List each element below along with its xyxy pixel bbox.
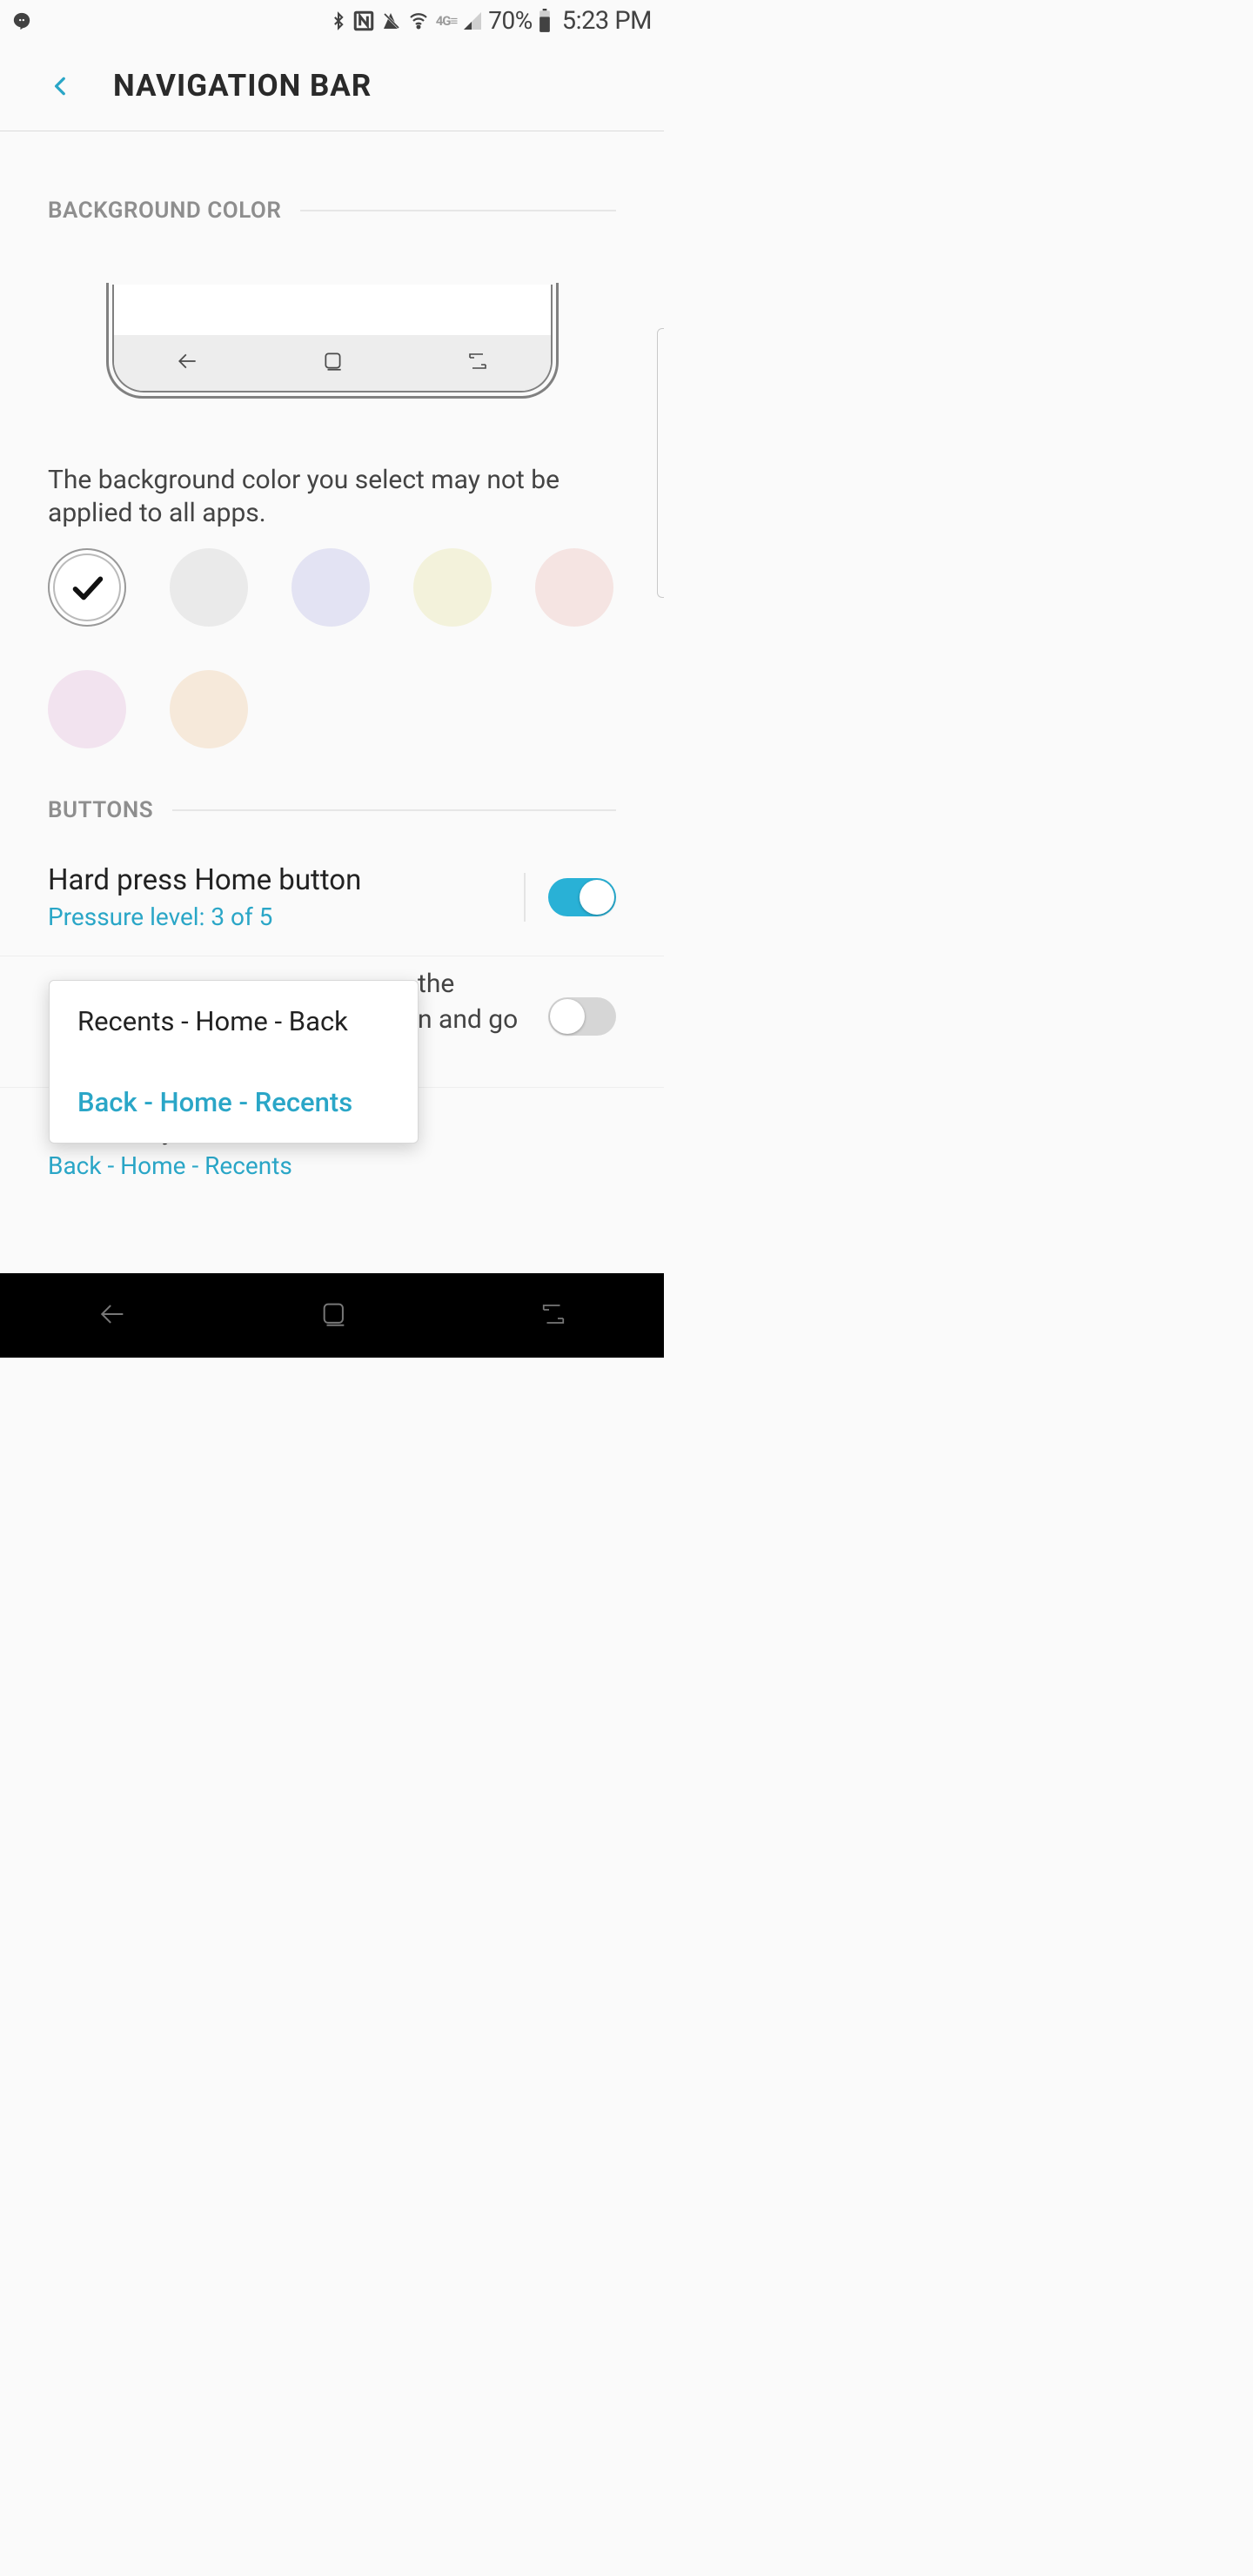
color-swatch-lilac[interactable]: [48, 670, 126, 748]
popup-option-recents-home-back[interactable]: Recents - Home - Back: [50, 981, 418, 1062]
section-label: BACKGROUND COLOR: [48, 198, 281, 224]
section-label: BUTTONS: [48, 797, 153, 823]
row-partial-text: the n and go: [418, 967, 518, 1037]
battery-icon: [538, 9, 552, 33]
row-subtitle: Pressure level: 3 of 5: [48, 902, 524, 931]
battery-text: 70%: [488, 6, 532, 35]
section-divider: [172, 809, 616, 811]
wifi-icon: [406, 10, 431, 31]
nfc-icon: [352, 10, 375, 32]
preview-back-icon: [173, 350, 203, 376]
toggle-separator: [524, 873, 526, 922]
network-4g-icon: 4G≡: [436, 13, 458, 29]
row-subtitle: Back - Home - Recents: [48, 1151, 616, 1180]
hard-press-toggle[interactable]: [548, 878, 616, 916]
color-swatch-pink[interactable]: [535, 548, 613, 627]
bg-color-description: The background color you select may not …: [0, 399, 664, 529]
unlock-home-toggle[interactable]: [548, 997, 616, 1036]
popup-option-back-home-recents[interactable]: Back - Home - Recents: [50, 1062, 418, 1143]
fast-scroll-handle[interactable]: [657, 328, 664, 598]
preview-home-icon: [322, 350, 345, 376]
preview-recents-icon: [465, 351, 491, 375]
back-button[interactable]: [44, 69, 78, 104]
device-navigation-bar: [0, 1273, 664, 1358]
bluetooth-icon: [330, 9, 347, 33]
row-title: Hard press Home button: [48, 863, 524, 897]
color-swatch-peach[interactable]: [170, 670, 248, 748]
hangouts-icon: [12, 11, 31, 30]
row-hard-press-home[interactable]: Hard press Home button Pressure level: 3…: [0, 839, 664, 956]
button-layout-popup: Recents - Home - Back Back - Home - Rece…: [49, 980, 419, 1144]
section-header-background: BACKGROUND COLOR: [0, 131, 664, 239]
nav-back-icon[interactable]: [94, 1299, 132, 1332]
color-swatch-white[interactable]: [48, 548, 126, 627]
nav-recents-icon[interactable]: [536, 1301, 571, 1331]
color-swatch-lavender[interactable]: [291, 548, 370, 627]
color-swatch-gray[interactable]: [170, 548, 248, 627]
page-title: NAVIGATION BAR: [113, 68, 372, 104]
section-divider: [300, 210, 616, 211]
section-header-buttons: BUTTONS: [0, 748, 664, 839]
color-swatch-cream[interactable]: [413, 548, 492, 627]
clock-text: 5:23 PM: [562, 6, 652, 36]
color-swatch-group: [0, 529, 664, 748]
nav-home-icon[interactable]: [319, 1299, 349, 1332]
status-bar: 4G≡ 70% 5:23 PM: [0, 0, 664, 41]
title-bar: NAVIGATION BAR: [0, 41, 664, 131]
signal-icon: [462, 10, 483, 31]
phone-preview: [106, 283, 559, 399]
mute-icon: [380, 10, 401, 31]
